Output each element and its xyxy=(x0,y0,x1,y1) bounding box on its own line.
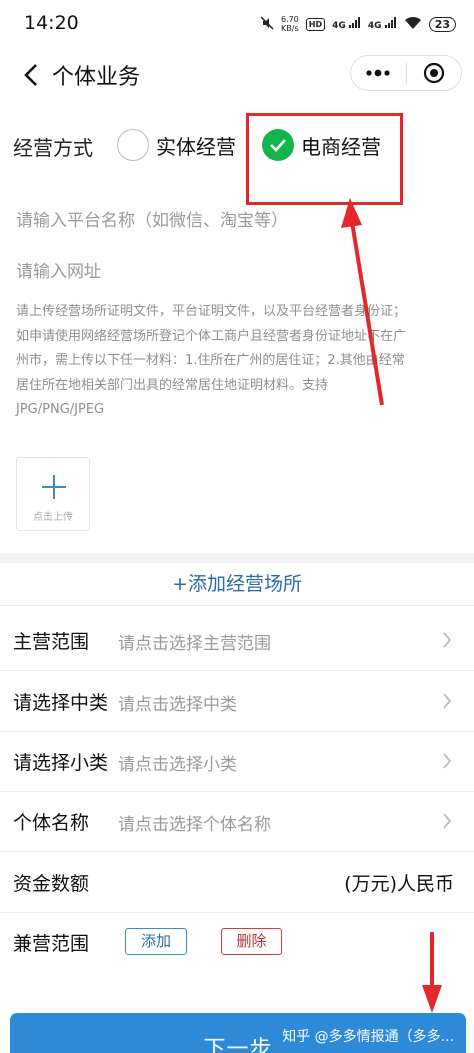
next-step-button[interactable]: 下一步 知乎 @多多情报通（多多... xyxy=(10,1013,466,1053)
sub-category-select[interactable]: 请点击选择小类 xyxy=(118,750,237,775)
capital-unit: (万元)人民币 xyxy=(344,873,454,895)
highlight-box xyxy=(246,113,403,205)
upload-note-line: 请上传经营场所证明文件，平台证明文件，以及平台经营者身份证； xyxy=(16,304,407,319)
capital-row[interactable]: 资金数额 (万元)人民币 xyxy=(0,852,474,912)
side-scope-label: 兼营范围 xyxy=(13,933,90,955)
signal-2: 4G xyxy=(368,17,397,31)
mid-category-label: 请选择中类 xyxy=(13,692,109,714)
watermark: 知乎 @多多情报通（多多... xyxy=(282,1029,454,1045)
battery-indicator: 23 xyxy=(428,16,456,32)
sub-category-row[interactable]: 请选择小类 请点击选择小类 xyxy=(0,731,474,791)
more-icon[interactable] xyxy=(351,56,406,90)
capital-label: 资金数额 xyxy=(13,873,90,895)
main-scope-label: 主营范围 xyxy=(13,631,90,653)
delete-side-scope-button[interactable]: 删除 xyxy=(221,928,282,955)
option-physical[interactable]: 实体经营 xyxy=(117,129,236,161)
back-icon[interactable] xyxy=(20,62,44,88)
add-place-link[interactable]: +添加经营场所 xyxy=(0,563,474,605)
entity-name-label: 个体名称 xyxy=(13,812,90,834)
chevron-right-icon xyxy=(443,693,452,709)
net-speed: 6.70 KB/s xyxy=(281,15,299,33)
upload-note-line: 居住所在地相关部门出具的经常居住地证明材料。支持 xyxy=(16,377,329,393)
mid-category-select[interactable]: 请点击选择中类 xyxy=(118,690,237,715)
business-mode-row: 经营方式 实体经营 电商经营 xyxy=(0,113,474,205)
entity-name-row[interactable]: 个体名称 请点击选择个体名称 xyxy=(0,791,474,851)
page-title: 个体业务 xyxy=(52,65,141,90)
mid-category-row[interactable]: 请选择中类 请点击选择中类 xyxy=(0,671,474,731)
main-scope-select[interactable]: 请点击选择主营范围 xyxy=(118,629,271,654)
divider xyxy=(0,605,474,606)
option-physical-label: 实体经营 xyxy=(156,134,236,159)
business-mode-label: 经营方式 xyxy=(13,136,93,160)
mute-icon xyxy=(260,15,274,33)
upload-note: 请上传经营场所证明文件，平台证明文件，以及平台经营者身份证； 如申请使用网络经营… xyxy=(16,300,462,423)
platform-name-input[interactable]: 请输入平台名称（如微信、淘宝等） xyxy=(16,206,288,231)
wifi-icon xyxy=(404,16,422,33)
status-bar: 14:20 6.70 KB/s HD 4G 4G 23 xyxy=(0,0,474,50)
signal-2-label: 4G xyxy=(367,21,382,31)
main-scope-row[interactable]: 主营范围 请点击选择主营范围 xyxy=(0,610,474,670)
upload-note-line: 州市，需上传以下任一材料：1.住所在广州的居住证；2.其他由经常 xyxy=(16,353,405,368)
plus-icon xyxy=(40,473,68,501)
upload-note-line: 如申请使用网络经营场所登记个体工商户且经营者身份证地址不在广 xyxy=(16,328,407,344)
status-icons: 6.70 KB/s HD 4G 4G 23 xyxy=(260,15,456,33)
chevron-right-icon xyxy=(443,632,452,648)
chevron-right-icon xyxy=(443,753,452,769)
add-side-scope-button[interactable]: 添加 xyxy=(125,928,187,955)
sub-category-label: 请选择小类 xyxy=(13,752,109,774)
chevron-right-icon xyxy=(443,813,452,829)
hd-badge: HD xyxy=(305,17,326,31)
nav-bar: 个体业务 xyxy=(0,50,474,100)
upload-note-line: JPG/PNG/JPEG xyxy=(16,402,105,417)
platform-url-input[interactable]: 请输入网址 xyxy=(16,257,101,282)
side-scope-row: 兼营范围 添加 删除 xyxy=(0,912,474,972)
signal-bars-icon xyxy=(384,17,396,28)
upload-button-label: 点击上传 xyxy=(33,512,73,523)
upload-button[interactable]: 点击上传 xyxy=(16,457,90,531)
net-speed-value: 6.70 xyxy=(280,15,299,24)
signal-1-label: 4G xyxy=(332,21,346,31)
signal-bars-icon xyxy=(348,17,360,28)
form-content: 经营方式 实体经营 电商经营 请输入平台名称（如微信、淘宝等） 请输入网址 请上… xyxy=(0,100,474,1053)
radio-unchecked-icon[interactable] xyxy=(117,129,149,161)
close-target-icon[interactable] xyxy=(407,56,462,90)
entity-name-select[interactable]: 请点击选择个体名称 xyxy=(118,810,271,835)
signal-1: 4G xyxy=(332,17,361,31)
net-speed-unit: KB/s xyxy=(281,24,299,33)
mini-program-capsule xyxy=(350,55,462,91)
status-time: 14:20 xyxy=(24,12,79,34)
section-divider xyxy=(0,553,474,563)
